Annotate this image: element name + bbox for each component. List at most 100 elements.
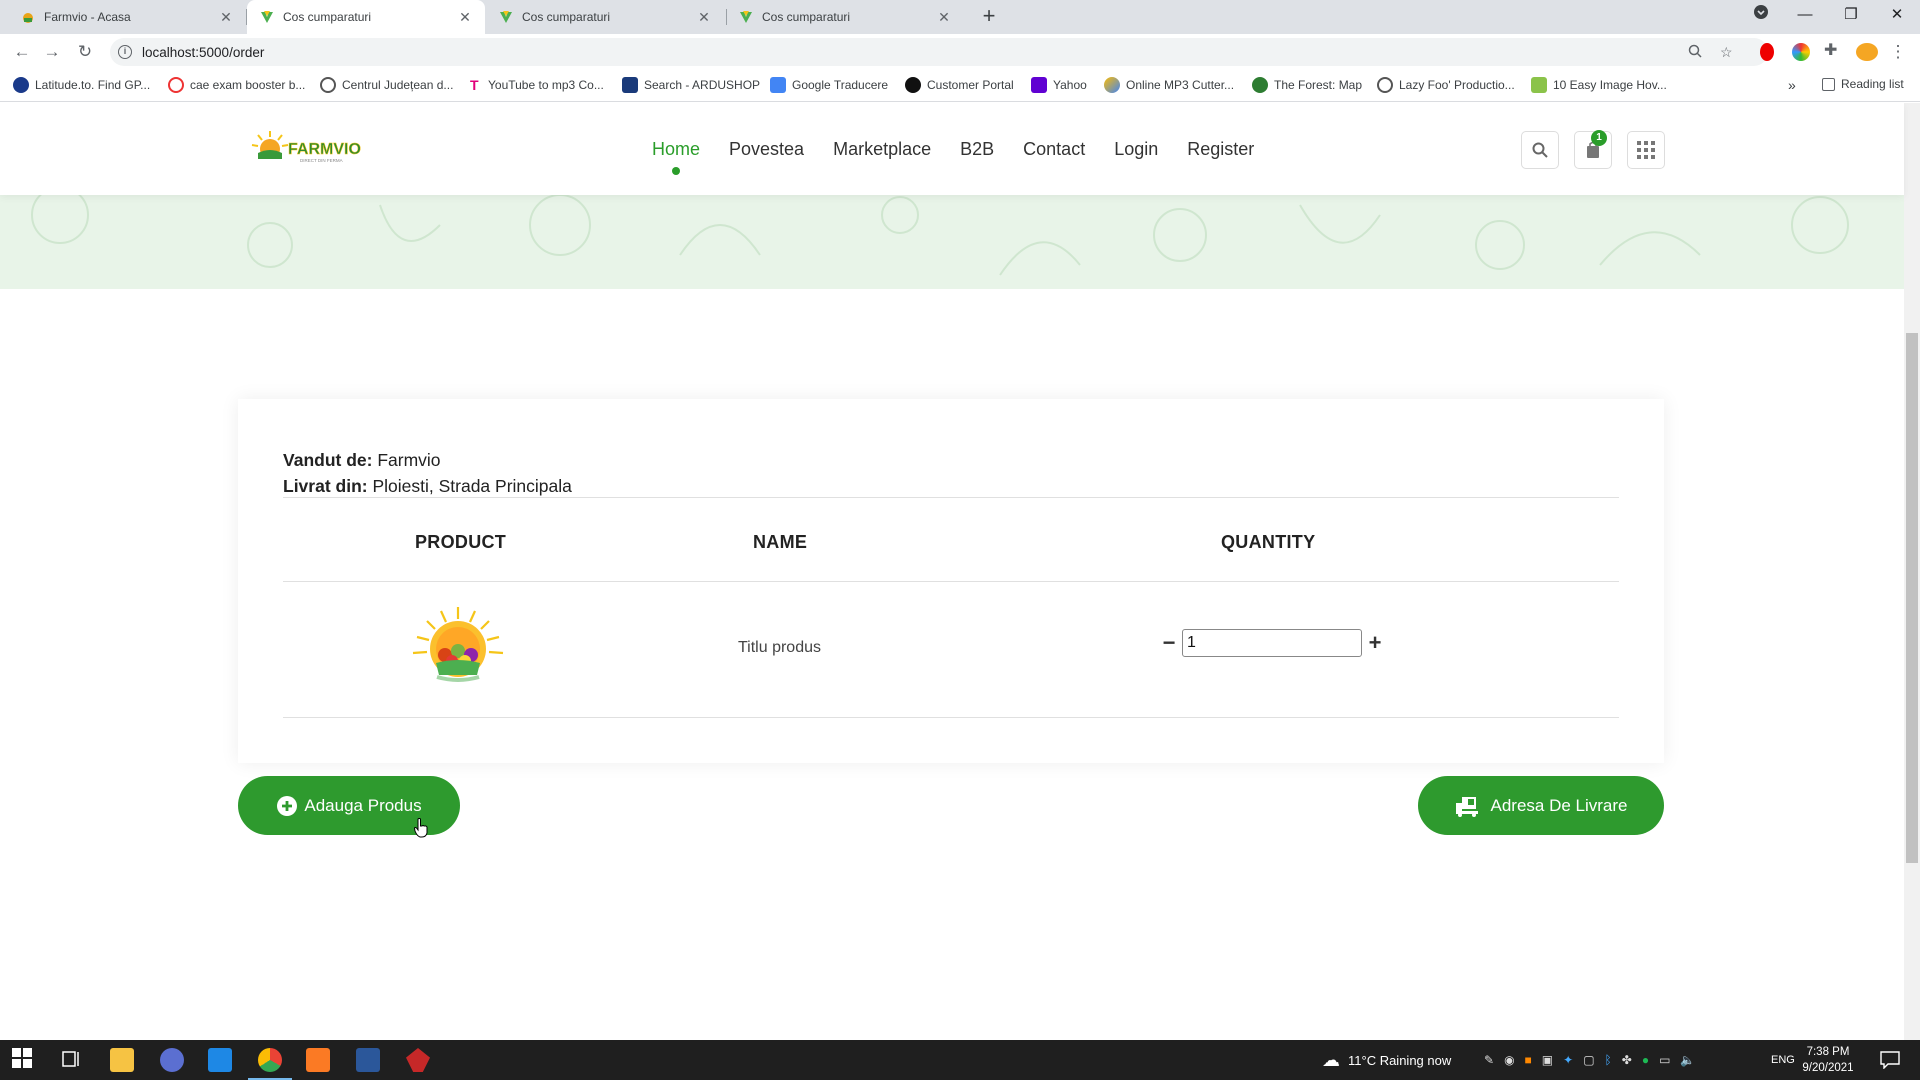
network-icon[interactable]: ▭ [1659,1053,1670,1067]
nav-home[interactable]: Home [652,139,700,175]
tray-app-icon[interactable]: ✦ [1563,1053,1573,1067]
restore-icon[interactable]: ❐ [1828,0,1874,32]
profile-avatar[interactable] [1856,43,1878,61]
file-explorer-icon[interactable] [110,1048,134,1072]
farmvio-favicon [738,9,754,25]
close-tab-icon[interactable]: ✕ [218,9,234,26]
bookmark-item[interactable]: Google Traducere [770,77,888,93]
extensions-puzzle-icon[interactable]: ✚ [1824,40,1842,59]
order-card: Vandut de: Farmvio Livrat din: Ploiesti,… [238,399,1664,763]
system-clock[interactable]: 7:38 PM 9/20/2021 [1792,1044,1864,1076]
tab-search-icon[interactable] [1738,0,1784,32]
bookmark-item[interactable]: Latitude.to. Find GP... [13,77,150,93]
xampp-icon[interactable] [306,1048,330,1072]
app-icon[interactable] [406,1048,430,1072]
quantity-stepper: − + [1160,629,1384,657]
close-tab-icon[interactable]: ✕ [457,9,473,26]
decrease-quantity-button[interactable]: − [1160,632,1178,654]
forward-icon[interactable]: → [40,40,64,64]
nav-contact[interactable]: Contact [1023,139,1085,160]
cloud-rain-icon: ☁ [1322,1049,1340,1070]
chrome-icon[interactable] [258,1048,282,1072]
color-extension-icon[interactable] [1792,43,1810,61]
bookmark-label: Latitude.to. Find GP... [35,78,151,92]
tray-app-icon[interactable]: ■ [1525,1053,1532,1067]
bookmark-item[interactable]: Search - ARDUSHOP [622,77,760,93]
nav-b2b[interactable]: B2B [960,139,994,160]
bookmark-star-icon[interactable]: ☆ [1720,44,1733,61]
new-tab-icon[interactable]: + [976,4,1002,30]
cart-button[interactable]: 1 [1574,130,1612,169]
clock-date: 9/20/2021 [1802,1062,1854,1074]
close-tab-icon[interactable]: ✕ [936,9,952,26]
reading-list-button[interactable]: Reading list [1822,77,1904,91]
browser-tab[interactable]: Cos cumparaturi ✕ [486,0,724,34]
bookmark-item[interactable]: cae exam booster b... [168,77,305,93]
quantity-input[interactable] [1182,629,1362,657]
nav-povestea[interactable]: Povestea [729,139,804,160]
word-icon[interactable] [356,1048,380,1072]
nav-marketplace[interactable]: Marketplace [833,139,931,160]
more-bookmarks-icon[interactable]: » [1788,77,1796,93]
bookmark-item[interactable]: Online MP3 Cutter... [1104,77,1234,93]
volume-icon[interactable]: 🔈 [1680,1053,1695,1067]
site-info-icon[interactable]: i [118,45,132,59]
apps-menu-button[interactable] [1627,131,1665,169]
windows-taskbar: ☁ 11°C Raining now ✎ ◉ ■ ▣ ✦ ▢ ᛒ ✤ ● ▭ 🔈… [0,1040,1920,1080]
grid-icon [1637,141,1655,159]
close-window-icon[interactable]: ✕ [1874,0,1920,32]
scrollbar-thumb[interactable] [1906,333,1918,863]
tray-app-icon[interactable]: ▢ [1583,1053,1594,1067]
bookmark-label: Lazy Foo' Productio... [1399,78,1515,92]
nav-register[interactable]: Register [1187,139,1254,160]
cart-count-badge: 1 [1591,130,1607,146]
windows-start-icon[interactable] [12,1048,36,1072]
bookmark-item[interactable]: 10 Easy Image Hov... [1531,77,1667,93]
browser-tab[interactable]: Farmvio - Acasa ✕ [8,0,246,34]
app-icon[interactable] [160,1048,184,1072]
opera-extension-icon[interactable] [1760,43,1774,61]
bookmark-item[interactable]: Lazy Foo' Productio... [1377,77,1515,93]
bookmark-item[interactable]: Customer Portal [905,77,1014,93]
tray-app-icon[interactable]: ✤ [1622,1053,1632,1067]
reload-icon[interactable]: ↻ [73,40,97,64]
notifications-icon[interactable] [1880,1040,1900,1080]
zoom-icon[interactable] [1688,44,1702,61]
bluetooth-icon[interactable]: ᛒ [1605,1053,1612,1067]
browser-menu-icon[interactable]: ⋮ [1886,40,1910,64]
back-icon[interactable]: ← [10,40,34,64]
bookmark-item[interactable]: The Forest: Map [1252,77,1362,93]
browser-tab-active[interactable]: Cos cumparaturi ✕ [247,0,485,34]
globe-icon [1377,77,1393,93]
bookmark-item[interactable]: T YouTube to mp3 Co... [470,77,604,93]
minimize-icon[interactable]: — [1782,0,1828,32]
task-view-icon[interactable] [60,1048,84,1072]
bookmark-label: YouTube to mp3 Co... [488,78,604,92]
search-button[interactable] [1521,131,1559,169]
bookmarks-bar: Latitude.to. Find GP... cae exam booster… [0,70,1920,102]
bookmark-label: Search - ARDUSHOP [644,78,761,92]
bookmark-item[interactable]: Yahoo [1031,77,1087,93]
spotify-icon[interactable]: ● [1642,1053,1649,1067]
browser-tab[interactable]: Cos cumparaturi ✕ [726,0,964,34]
steam-icon[interactable]: ◉ [1504,1053,1514,1067]
svg-text:DIRECT DIN FERMA: DIRECT DIN FERMA [300,158,343,163]
bookmark-label: Yahoo [1053,78,1087,92]
tray-app-icon[interactable]: ▣ [1542,1053,1553,1067]
address-bar[interactable]: i localhost:5000/order ☆ [110,38,1768,66]
page-banner [0,195,1904,289]
weather-widget[interactable]: ☁ 11°C Raining now [1322,1040,1451,1080]
browser-toolbar: ← → ↻ i localhost:5000/order ☆ ✚ ⋮ [0,34,1920,70]
increase-quantity-button[interactable]: + [1366,632,1384,654]
ardushop-icon [622,77,638,93]
delivery-address-button[interactable]: Adresa De Livrare [1418,776,1664,835]
page-scrollbar[interactable] [1904,103,1920,1040]
nav-login[interactable]: Login [1114,139,1158,160]
vscode-icon[interactable] [208,1048,232,1072]
farmvio-logo[interactable]: FARMVIO DIRECT DIN FERMA [248,127,370,167]
close-tab-icon[interactable]: ✕ [696,9,712,26]
bookmark-label: Google Traducere [792,78,889,92]
pen-icon[interactable]: ✎ [1484,1053,1494,1067]
bookmark-label: The Forest: Map [1274,78,1363,92]
bookmark-item[interactable]: Centrul Județean d... [320,77,453,93]
